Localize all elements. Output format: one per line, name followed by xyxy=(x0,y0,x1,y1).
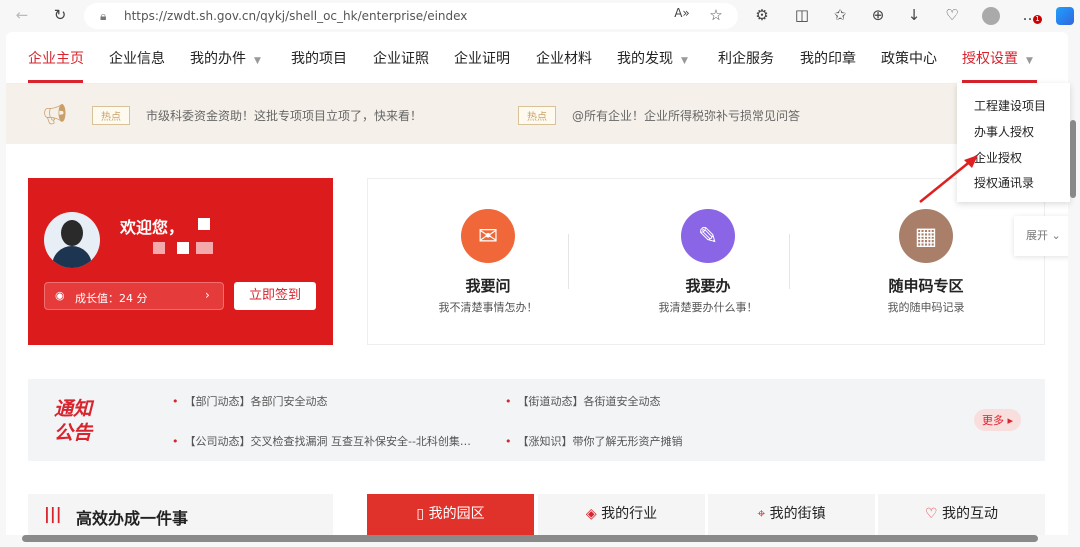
divider xyxy=(789,234,790,289)
megaphone-icon: 📢︎ xyxy=(42,102,68,126)
read-aloud-icon[interactable]: A» xyxy=(672,6,692,20)
split-screen-icon[interactable]: ◫ xyxy=(792,6,812,24)
service-do[interactable]: ✎ 我要办 我清楚要办什么事！ xyxy=(608,209,808,315)
service-subtitle: 我不清楚事情怎办！ xyxy=(438,301,538,314)
growth-value-link[interactable]: ◉ 成长值：24 分 › xyxy=(44,282,224,310)
nav-seals[interactable]: 我的印章 xyxy=(800,48,856,68)
divider xyxy=(568,234,569,289)
copilot-icon[interactable] xyxy=(1056,7,1074,25)
menu-item[interactable]: 办事人授权 xyxy=(974,123,1034,140)
announcement-item[interactable]: • 【街道动态】各街道安全动态 xyxy=(505,393,661,409)
section-heading: 高效办成一件事 xyxy=(76,509,189,528)
nav-my-cases[interactable]: 我的办件 ▼ xyxy=(190,48,261,68)
favorite-star-icon[interactable]: ☆ xyxy=(706,6,726,24)
qrcode-icon: ▦ xyxy=(899,209,953,263)
announcement-item[interactable]: • 【公司动态】交叉检查找漏洞 互查互补保安全--北科创集… xyxy=(172,433,471,449)
stripes-icon: ||| xyxy=(44,504,62,523)
menu-item[interactable]: 授权通讯录 xyxy=(974,174,1034,191)
browser-essentials-icon[interactable]: ♡ xyxy=(942,6,962,24)
expand-label: 展开 xyxy=(1026,229,1048,242)
notice-item[interactable]: 市级科委资金资助！这批专项项目立项了，快来看！ xyxy=(146,107,422,124)
service-qrcode[interactable]: ▦ 随申码专区 我的随申码记录 xyxy=(826,209,1026,315)
nav-materials[interactable]: 企业材料 xyxy=(536,48,592,68)
nav-my-projects[interactable]: 我的项目 xyxy=(291,48,347,68)
logo-line: 公告 xyxy=(54,422,93,444)
medal-icon: ◉ xyxy=(55,289,65,302)
hot-tag: 热点 xyxy=(92,106,130,125)
nav-company-info[interactable]: 企业信息 xyxy=(109,48,165,68)
tab-my-street[interactable]: ⌖ 我的街镇 xyxy=(708,494,875,535)
chevron-right-icon: › xyxy=(205,288,210,302)
nav-services[interactable]: 利企服务 xyxy=(718,48,774,68)
nav-certificates[interactable]: 企业证明 xyxy=(454,48,510,68)
logo-line: 通知 xyxy=(54,398,93,420)
masked-company xyxy=(153,242,213,254)
announcement-item[interactable]: • 【涨知识】带你了解无形资产摊销 xyxy=(505,433,683,449)
menu-item[interactable]: 工程建设项目 xyxy=(974,97,1046,114)
nav-policy[interactable]: 政策中心 xyxy=(881,48,937,68)
url-text: https://zwdt.sh.gov.cn/qykj/shell_oc_hk/… xyxy=(124,9,468,23)
extensions-icon[interactable]: ⚙ xyxy=(752,6,772,24)
nav-licenses[interactable]: 企业证照 xyxy=(373,48,429,68)
browser-toolbar: ← ↻ 🔒︎ https://zwdt.sh.gov.cn/qykj/shell_… xyxy=(0,0,1080,32)
chat-icon: ✉ xyxy=(461,209,515,263)
profile-avatar[interactable] xyxy=(982,7,1000,25)
download-icon[interactable]: ↓ xyxy=(904,6,924,24)
edit-icon: ✎ xyxy=(681,209,735,263)
nav-label: 我的发现 xyxy=(617,51,673,67)
more-button[interactable]: 更多 ▸ xyxy=(974,409,1022,431)
address-bar[interactable]: 🔒︎ https://zwdt.sh.gov.cn/qykj/shell_oc_h… xyxy=(84,3,738,29)
efficient-section-header: ||| 高效办成一件事 xyxy=(28,494,333,535)
tab-my-park[interactable]: ▯ 我的园区 xyxy=(367,494,534,535)
checkin-button[interactable]: 立即签到 xyxy=(234,282,316,310)
welcome-card: 欢迎您， ◉ 成长值：24 分 › 立即签到 xyxy=(28,178,333,345)
caret-down-icon: ▼ xyxy=(681,56,688,66)
nav-home[interactable]: 企业主页 xyxy=(28,48,84,68)
page: 企业主页 企业信息 我的办件 ▼ 我的项目 企业证照 企业证明 企业材料 我的发现… xyxy=(6,32,1068,535)
announcement-panel: 通知 公告 • 【部门动态】各部门安全动态 • 【街道动态】各街道安全动态 • 【公司动… xyxy=(28,379,1045,461)
greeting: 欢迎您， xyxy=(120,218,185,237)
service-subtitle: 我的随申码记录 xyxy=(887,301,965,314)
horizontal-scrollbar[interactable] xyxy=(22,535,1038,542)
annotation-arrow xyxy=(919,155,978,203)
nav-label: 授权设置 xyxy=(962,51,1018,67)
lock-icon: 🔒︎ xyxy=(100,9,107,23)
announcement-item[interactable]: • 【部门动态】各部门安全动态 xyxy=(172,393,328,409)
service-subtitle: 我清楚要办什么事！ xyxy=(658,301,758,314)
notice-item[interactable]: @所有企业！企业所得税弥补亏损常见问答 xyxy=(572,107,800,124)
vertical-scrollbar[interactable] xyxy=(1070,120,1076,198)
service-title: 我要办 xyxy=(685,277,731,295)
avatar xyxy=(44,212,100,268)
caret-down-icon: ▼ xyxy=(254,56,261,66)
tab-my-interaction[interactable]: ♡ 我的互动 xyxy=(878,494,1045,535)
refresh-icon[interactable]: ↻ xyxy=(50,6,70,24)
growth-value: 成长值：24 分 xyxy=(75,292,148,305)
nav-label: 我的办件 xyxy=(190,51,246,67)
expand-button[interactable]: 展开 ⌄ xyxy=(1014,216,1068,256)
notification-badge: 1 xyxy=(1033,15,1042,24)
main-nav: 企业主页 企业信息 我的办件 ▼ 我的项目 企业证照 企业证明 企业材料 我的发现… xyxy=(6,32,1068,84)
nav-authorization[interactable]: 授权设置 ▼ xyxy=(962,48,1033,68)
collections-icon[interactable]: ⊕ xyxy=(868,6,888,24)
tab-my-industry[interactable]: ◈ 我的行业 xyxy=(538,494,705,535)
announcement-logo: 通知 公告 xyxy=(54,397,92,445)
service-ask[interactable]: ✉ 我要问 我不清楚事情怎办！ xyxy=(388,209,588,315)
caret-down-icon: ▼ xyxy=(1026,56,1033,66)
service-title: 随申码专区 xyxy=(888,277,964,295)
nav-discover[interactable]: 我的发现 ▼ xyxy=(617,48,688,68)
back-icon[interactable]: ← xyxy=(12,6,32,24)
masked-name xyxy=(198,218,210,230)
favorites-icon[interactable]: ✩ xyxy=(830,6,850,24)
service-title: 我要问 xyxy=(465,277,511,295)
nav-active-underline xyxy=(28,80,83,83)
hot-tag: 热点 xyxy=(518,106,556,125)
hot-notice-bar: 📢︎ 热点 市级科委资金资助！这批专项项目立项了，快来看！ 热点 @所有企业！企… xyxy=(6,84,1068,144)
